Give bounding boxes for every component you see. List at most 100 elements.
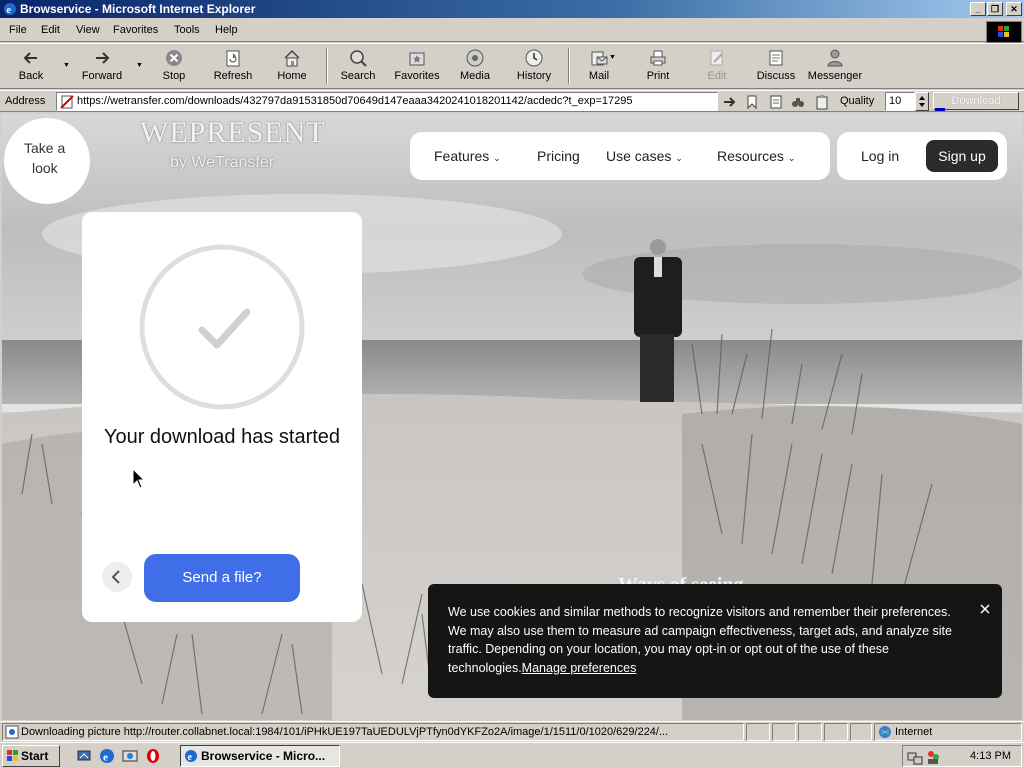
svg-text:e: e [103, 752, 108, 764]
back-chevron-button[interactable] [102, 562, 132, 592]
users-tray-icon[interactable] [925, 749, 941, 765]
print-label: Print [646, 70, 670, 82]
chevron-down-icon: ⌄ [675, 153, 683, 163]
back-dropdown-icon[interactable]: ▼ [63, 62, 70, 69]
back-label: Back [18, 70, 44, 82]
address-bar: Address https://wetransfer.com/downloads… [0, 90, 1024, 112]
messenger-button[interactable]: Messenger [807, 48, 863, 86]
nav-pricing[interactable]: Pricing [537, 148, 580, 164]
search-label: Search [340, 70, 376, 82]
history-label: History [516, 70, 552, 82]
close-button[interactable]: ✕ [1006, 2, 1022, 16]
take-a-look-logo[interactable]: Take a look [4, 118, 90, 204]
quality-input[interactable]: 10 [885, 92, 915, 111]
find-binoculars-icon[interactable] [790, 94, 806, 110]
media-button[interactable]: Media [447, 48, 503, 86]
restore-button[interactable]: ❐ [987, 2, 1003, 16]
main-nav: Features ⌄ Pricing Use cases ⌄ Resources… [410, 132, 830, 180]
forward-button[interactable]: Forward [74, 48, 130, 86]
nav-resources[interactable]: Resources ⌄ [717, 148, 795, 164]
signup-button[interactable]: Sign up [926, 140, 998, 172]
toolbar-separator [326, 48, 328, 84]
zone-text: Internet [895, 726, 933, 738]
mail-dropdown-icon[interactable]: ▼ [609, 54, 616, 61]
status-pane [850, 723, 872, 741]
messenger-label: Messenger [807, 70, 863, 82]
windows-flag-icon [7, 750, 18, 761]
status-pane [824, 723, 848, 741]
page-viewport: Take a look WEPRESENT by WeTransfer Feat… [2, 114, 1022, 720]
refresh-label: Refresh [213, 70, 253, 82]
status-pane [746, 723, 770, 741]
edit-icon [710, 50, 723, 66]
home-icon [284, 49, 300, 67]
window-titlebar: e Browservice - Microsoft Internet Explo… [0, 0, 1024, 18]
mail-icon [591, 51, 608, 66]
close-icon[interactable] [978, 602, 992, 616]
print-button[interactable]: Print [630, 48, 686, 86]
menu-tools[interactable]: Tools [174, 24, 200, 36]
menu-file[interactable]: File [9, 24, 27, 36]
menu-favorites[interactable]: Favorites [113, 24, 158, 36]
svg-text:e: e [188, 752, 193, 763]
chevron-down-icon: ⌄ [787, 153, 796, 163]
back-button[interactable]: Back [3, 48, 59, 86]
window-title: Browservice - Microsoft Internet Explore… [20, 2, 256, 16]
status-pane [772, 723, 796, 741]
discuss-icon [769, 50, 783, 66]
ie-icon: e [4, 3, 16, 16]
history-icon [525, 49, 543, 67]
download-started-title: Your download has started [103, 426, 341, 448]
download-card: Your download has started Send a file? [82, 212, 362, 622]
clock: 4:13 PM [970, 750, 1011, 762]
home-button[interactable]: Home [264, 48, 320, 86]
mail-button[interactable]: Mail [571, 48, 627, 86]
svg-text:e: e [7, 5, 12, 16]
minimize-button[interactable]: _ [970, 2, 986, 16]
favorites-button[interactable]: Favorites [389, 48, 445, 86]
nav-use-cases[interactable]: Use cases ⌄ [606, 148, 683, 164]
wepresent-brand[interactable]: WEPRESENT [140, 116, 326, 150]
clipboard-icon[interactable] [814, 94, 830, 110]
go-arrow-icon[interactable] [722, 94, 738, 110]
quality-spinner[interactable] [915, 92, 929, 111]
manage-preferences-link[interactable]: Manage preferences [522, 661, 637, 675]
print-icon [650, 50, 666, 66]
stop-button[interactable]: Stop [146, 48, 202, 86]
start-button[interactable]: Start [2, 745, 60, 767]
opera-quicklaunch-icon[interactable] [145, 748, 161, 764]
history-button[interactable]: History [506, 48, 562, 86]
forward-dropdown-icon[interactable]: ▼ [136, 62, 143, 69]
menu-edit[interactable]: Edit [41, 24, 60, 36]
address-input[interactable]: https://wetransfer.com/downloads/432797d… [56, 92, 718, 111]
globe-icon [879, 726, 891, 738]
login-link[interactable]: Log in [861, 148, 899, 164]
menu-help[interactable]: Help [215, 24, 238, 36]
mouse-cursor-icon [132, 468, 146, 489]
download-button[interactable]: Download [933, 92, 1019, 110]
forward-arrow-icon [96, 52, 110, 64]
taskbar-browservice-item[interactable]: e Browservice - Micro... [180, 745, 340, 767]
network-tray-icon[interactable] [907, 749, 923, 765]
edit-button[interactable]: Edit [689, 48, 745, 86]
refresh-button[interactable]: Refresh [205, 48, 261, 86]
refresh-icon [226, 50, 240, 67]
ie-quicklaunch-icon[interactable]: e [99, 748, 115, 764]
download-progress-marker [935, 108, 945, 111]
menu-view[interactable]: View [76, 24, 100, 36]
nav-features[interactable]: Features ⌄ [434, 148, 501, 164]
search-button[interactable]: Search [330, 48, 386, 86]
chevron-down-icon: ⌄ [493, 153, 501, 163]
page-icon[interactable] [768, 94, 784, 110]
mail-label: Mail [588, 70, 610, 82]
ie-page-icon [5, 725, 19, 739]
status-text-pane: Downloading picture http://router.collab… [2, 723, 744, 741]
media-icon [466, 49, 484, 67]
send-file-button[interactable]: Send a file? [144, 554, 300, 602]
discuss-button[interactable]: Discuss [748, 48, 804, 86]
stop-icon [166, 50, 182, 66]
bookmark-icon[interactable] [744, 94, 760, 110]
desktop-quicklaunch-icon[interactable] [76, 748, 92, 764]
status-text: Downloading picture http://router.collab… [21, 726, 669, 738]
outlook-quicklaunch-icon[interactable] [122, 748, 138, 764]
